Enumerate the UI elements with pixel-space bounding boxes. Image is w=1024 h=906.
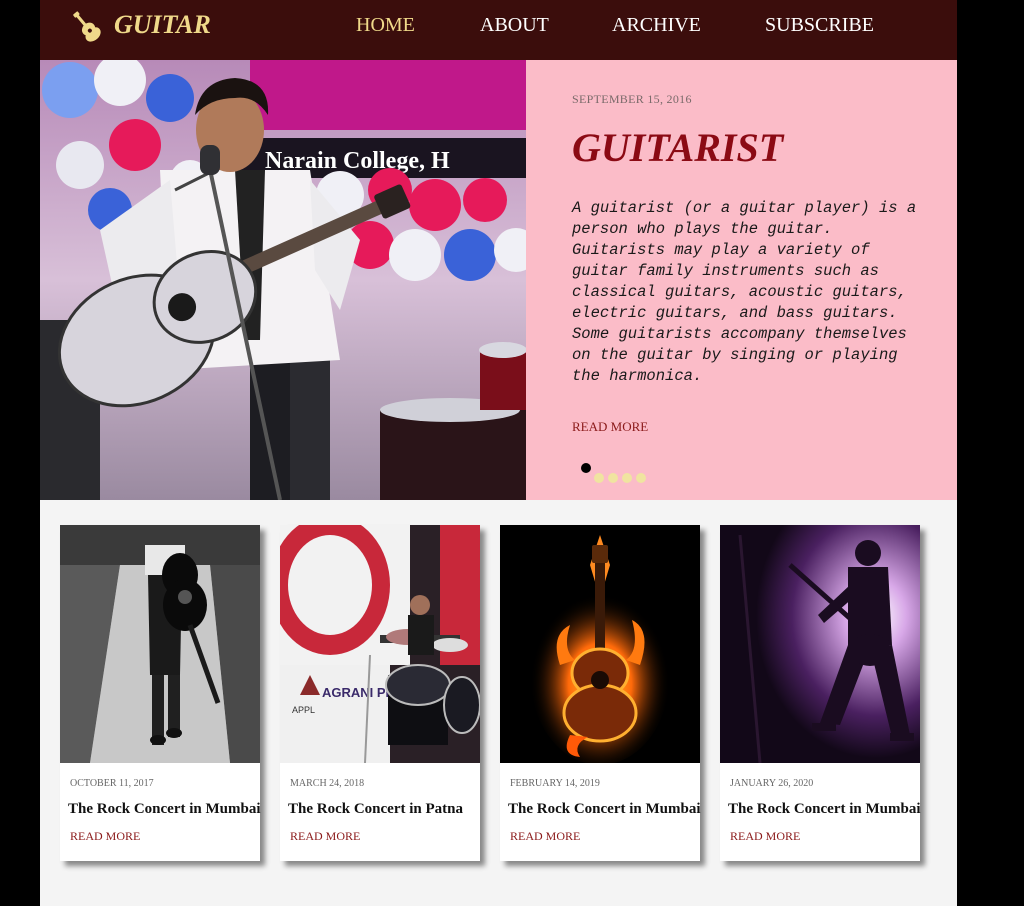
hero-description: A guitarist (or a guitar player) is a pe… [572,199,917,385]
slider-dot-1[interactable] [581,463,591,473]
post-card-image[interactable]: AGRANI PHARMA APPL [280,525,480,763]
post-card[interactable]: JANUARY 26, 2020 The Rock Concert in Mum… [720,525,921,861]
post-card-image[interactable] [60,525,260,763]
post-card-date: OCTOBER 11, 2017 [70,778,154,789]
hero-title: GUITARIST [572,125,784,170]
post-card-title[interactable]: The Rock Concert in Mumbai [508,801,701,818]
post-card[interactable]: OCTOBER 11, 2017 The Rock Concert in Mum… [60,525,261,861]
hero-image: Narain College, H [40,60,526,500]
slider-dot-4[interactable] [622,473,632,483]
post-card[interactable]: AGRANI PHARMA APPL MARCH 24, 2018 The Ro… [280,525,480,861]
post-card[interactable]: FEBRUARY 14, 2019 The Rock Concert in Mu… [500,525,701,861]
slider-dot-2[interactable] [594,473,604,483]
hero-read-more-link[interactable]: READ MORE [572,419,648,435]
nav-archive[interactable]: ARCHIVE [612,14,701,37]
post-card-title[interactable]: The Rock Concert in Patna [288,801,463,818]
post-card-image[interactable] [720,525,920,763]
nav-subscribe[interactable]: SUBSCRIBE [765,14,874,37]
post-card-date: MARCH 24, 2018 [290,778,365,789]
post-card-read-more-link[interactable]: READ MORE [70,829,140,844]
slider-dot-5[interactable] [636,473,646,483]
post-card-date: FEBRUARY 14, 2019 [510,778,600,789]
post-card-image[interactable] [500,525,700,763]
post-card-title[interactable]: The Rock Concert in Mumbai [728,801,921,818]
hero-date: SEPTEMBER 15, 2016 [572,92,692,106]
page: GUITAR HOME ABOUT ARCHIVE SUBSCRIBE Nara… [40,0,957,906]
post-card-read-more-link[interactable]: READ MORE [730,829,800,844]
nav-home[interactable]: HOME [356,14,415,37]
post-card-read-more-link[interactable]: READ MORE [290,829,360,844]
guitar-logo-icon[interactable] [69,9,103,43]
poster-logo-text: APPL [292,705,315,715]
nav-about[interactable]: ABOUT [480,14,549,37]
post-cards-grid: OCTOBER 11, 2017 The Rock Concert in Mum… [40,500,957,906]
hero-text-panel: SEPTEMBER 15, 2016 GUITARIST A guitarist… [526,60,957,500]
hero-slider: Narain College, H SEPTEMBER 15, 2016 GUI… [40,60,957,500]
top-navbar: GUITAR HOME ABOUT ARCHIVE SUBSCRIBE [40,0,957,60]
slider-dot-3[interactable] [608,473,618,483]
post-card-read-more-link[interactable]: READ MORE [510,829,580,844]
post-card-title[interactable]: The Rock Concert in Mumbai [68,801,261,818]
post-card-date: JANUARY 26, 2020 [730,778,814,789]
brand-name[interactable]: GUITAR [114,10,211,40]
